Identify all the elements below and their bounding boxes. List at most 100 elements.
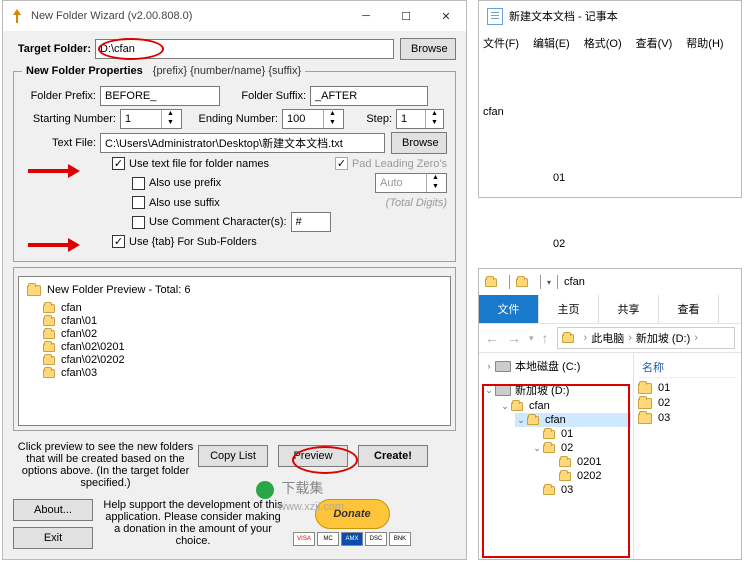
- folder-icon: [516, 278, 528, 287]
- preview-group: New Folder Preview - Total: 6 cfan cfan\…: [13, 267, 456, 431]
- folder-icon: [638, 383, 652, 394]
- folder-icon: [543, 430, 555, 439]
- notepad-menubar: 文件(F) 编辑(E) 格式(O) 查看(V) 帮助(H): [479, 31, 741, 55]
- notepad-window: 新建文本文档 - 记事本 文件(F) 编辑(E) 格式(O) 查看(V) 帮助(…: [478, 0, 742, 198]
- tree-item[interactable]: 02: [561, 442, 573, 454]
- browse-target-button[interactable]: Browse: [400, 38, 456, 60]
- explorer-list[interactable]: 名称 01 02 03: [634, 353, 741, 559]
- use-textfile-checkbox[interactable]: [112, 157, 125, 170]
- list-item[interactable]: 03: [638, 412, 737, 424]
- breadcrumb[interactable]: 新加坡 (D:): [636, 330, 690, 346]
- end-number-spinner[interactable]: ▲▼: [282, 109, 344, 129]
- wizard-titlebar[interactable]: New Folder Wizard (v2.00.808.0) ─ ☐ ✕: [3, 1, 466, 31]
- nav-forward-icon[interactable]: →: [507, 330, 521, 346]
- explorer-titlebar[interactable]: ▾ cfan: [479, 269, 741, 295]
- column-header-name[interactable]: 名称: [638, 357, 737, 378]
- suffix-input[interactable]: [310, 86, 428, 106]
- preview-item: cfan\03: [61, 367, 97, 379]
- tab-view[interactable]: 查看: [659, 295, 719, 323]
- folder-properties-group: New Folder Properties{prefix} {number/na…: [13, 65, 456, 262]
- folder-icon: [511, 402, 523, 411]
- menu-edit[interactable]: 编辑(E): [533, 35, 570, 51]
- auto-digits-spinner[interactable]: ▲▼: [375, 173, 447, 193]
- preview-button[interactable]: Preview: [278, 445, 348, 467]
- folder-icon: [562, 334, 574, 343]
- about-button[interactable]: About...: [13, 499, 93, 521]
- nav-history-icon[interactable]: ▾: [529, 333, 534, 344]
- menu-view[interactable]: 查看(V): [636, 35, 673, 51]
- use-tab-label: Use {tab} For Sub-Folders: [129, 236, 257, 248]
- tree-item[interactable]: 新加坡 (D:): [515, 382, 569, 398]
- total-digits-label: (Total Digits): [386, 197, 447, 209]
- folder-icon: [43, 369, 55, 378]
- preview-list[interactable]: New Folder Preview - Total: 6 cfan cfan\…: [18, 276, 451, 426]
- list-item[interactable]: 01: [638, 382, 737, 394]
- tree-item[interactable]: 0202: [577, 470, 601, 482]
- tab-share[interactable]: 共享: [599, 295, 659, 323]
- nav-up-icon[interactable]: ↑: [542, 330, 549, 346]
- end-label: Ending Number:: [182, 113, 282, 125]
- also-prefix-checkbox[interactable]: [132, 177, 145, 190]
- copy-list-button[interactable]: Copy List: [198, 445, 268, 467]
- start-label: Starting Number:: [22, 113, 120, 125]
- start-number-spinner[interactable]: ▲▼: [120, 109, 182, 129]
- menu-help[interactable]: 帮助(H): [686, 35, 723, 51]
- suffix-label: Folder Suffix:: [220, 90, 310, 102]
- explorer-window: ▾ cfan 文件 主页 共享 查看 ← → ▾ ↑ › 此电脑 › 新加坡 (…: [478, 268, 742, 560]
- folder-icon: [27, 285, 41, 296]
- comment-char-input[interactable]: [291, 212, 331, 232]
- create-button[interactable]: Create!: [358, 445, 428, 467]
- preview-item: cfan\02\0201: [61, 341, 125, 353]
- preview-header: New Folder Preview - Total: 6: [47, 284, 190, 296]
- list-item[interactable]: 02: [638, 397, 737, 409]
- tree-item[interactable]: 0201: [577, 456, 601, 468]
- textfile-input[interactable]: [100, 133, 385, 153]
- step-spinner[interactable]: ▲▼: [396, 109, 444, 129]
- donate-button[interactable]: Donate: [315, 499, 390, 529]
- tree-item[interactable]: 03: [561, 484, 573, 496]
- app-icon: [9, 8, 25, 24]
- also-prefix-label: Also use prefix: [149, 177, 221, 189]
- folder-icon: [43, 330, 55, 339]
- prefix-input[interactable]: [100, 86, 220, 106]
- folder-icon: [485, 278, 497, 287]
- tree-item[interactable]: 本地磁盘 (C:): [515, 358, 580, 374]
- menu-format[interactable]: 格式(O): [584, 35, 622, 51]
- tree-item[interactable]: cfan: [529, 400, 550, 412]
- notepad-titlebar[interactable]: 新建文本文档 - 记事本: [479, 1, 741, 31]
- folder-icon: [543, 444, 555, 453]
- preview-item: cfan\02\0202: [61, 354, 125, 366]
- breadcrumb[interactable]: 此电脑: [591, 330, 624, 346]
- explorer-tree[interactable]: ›本地磁盘 (C:) ⌄新加坡 (D:) ⌄cfan ⌄cfan 01 ⌄02 …: [479, 353, 634, 559]
- folder-icon: [638, 398, 652, 409]
- preview-hint: Click preview to see the new folders tha…: [13, 439, 198, 489]
- tab-file[interactable]: 文件: [479, 295, 539, 323]
- folder-icon: [43, 304, 55, 313]
- folder-icon: [559, 458, 571, 467]
- tree-item[interactable]: 01: [561, 428, 573, 440]
- tab-home[interactable]: 主页: [539, 295, 599, 323]
- comment-label: Use Comment Character(s):: [149, 216, 287, 228]
- use-tab-checkbox[interactable]: [112, 235, 125, 248]
- address-path[interactable]: › 此电脑 › 新加坡 (D:) ›: [557, 327, 735, 349]
- target-folder-input[interactable]: [95, 39, 394, 59]
- menu-file[interactable]: 文件(F): [483, 35, 519, 51]
- drive-icon: [495, 385, 511, 396]
- tree-item-selected[interactable]: cfan: [545, 414, 566, 426]
- comment-checkbox[interactable]: [132, 216, 145, 229]
- new-folder-wizard-window: New Folder Wizard (v2.00.808.0) ─ ☐ ✕ Ta…: [2, 0, 467, 560]
- chevron-down-icon[interactable]: ▾: [547, 278, 551, 287]
- also-suffix-checkbox[interactable]: [132, 196, 145, 209]
- minimize-button[interactable]: ─: [346, 1, 386, 31]
- pad-zero-checkbox[interactable]: [335, 157, 348, 170]
- donate-hint: Help support the development of this app…: [103, 499, 283, 547]
- notepad-title: 新建文本文档 - 记事本: [509, 8, 618, 24]
- nav-back-icon[interactable]: ←: [485, 330, 499, 346]
- group-sub: {prefix} {number/name} {suffix}: [153, 65, 301, 77]
- browse-textfile-button[interactable]: Browse: [391, 132, 447, 154]
- exit-button[interactable]: Exit: [13, 527, 93, 549]
- folder-icon: [43, 317, 55, 326]
- maximize-button[interactable]: ☐: [386, 1, 426, 31]
- target-folder-label: Target Folder:: [13, 43, 95, 55]
- close-button[interactable]: ✕: [426, 1, 466, 31]
